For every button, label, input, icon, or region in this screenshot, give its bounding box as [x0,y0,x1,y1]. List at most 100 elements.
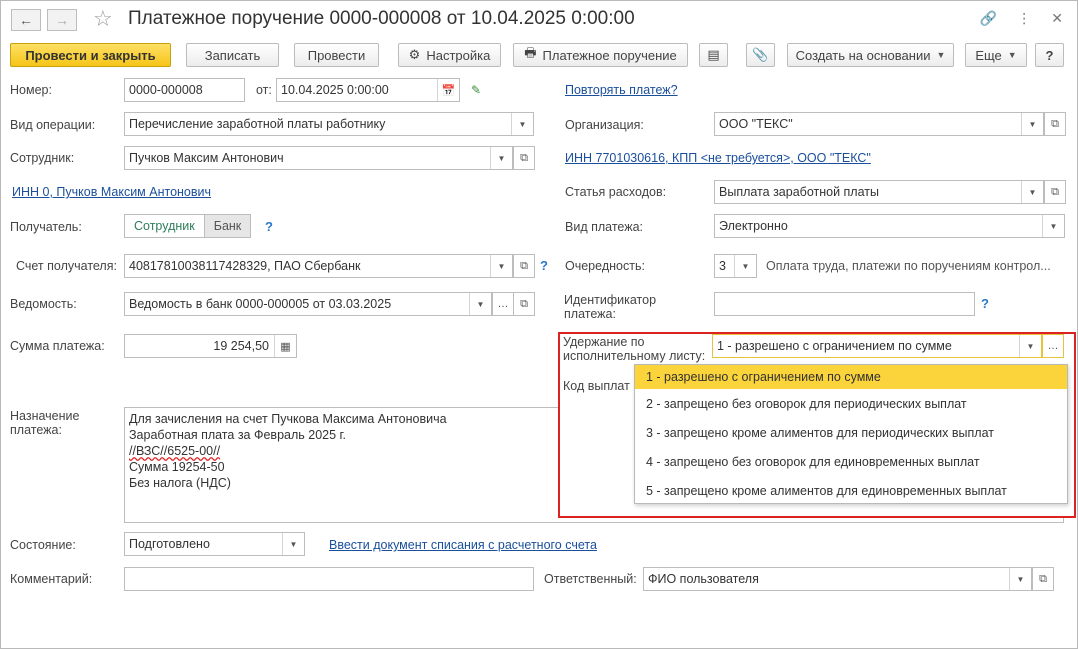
state-label: Состояние: [10,538,76,552]
write-off-link[interactable]: Ввести документ списания с расчетного сч… [329,538,597,552]
payment-id-label: Идентификатор платежа: [564,293,657,321]
employee-select[interactable]: Пучков Максим Антонович ▼ [124,146,513,170]
printer-icon: 🖶 [524,45,537,60]
priority-description: Оплата труда, платежи по поручениям конт… [766,259,1051,273]
chevron-down-icon[interactable]: ▼ [469,293,491,315]
document-window: ← → ☆ Платежное поручение 0000-000008 от… [0,0,1078,649]
income-code-label: Код выплат [563,379,630,393]
open-expense-button[interactable]: ⧉ [1044,180,1066,204]
comment-label: Комментарий: [10,572,93,586]
chevron-down-icon[interactable]: ▼ [490,147,512,169]
dropdown-option[interactable]: 4 - запрещено без оговорок для единоврем… [635,450,1067,474]
open-statement-button[interactable]: ⧉ [513,292,535,316]
chevron-down-icon[interactable]: ▼ [734,255,756,277]
chevron-down-icon[interactable]: ▼ [282,533,304,555]
approve-icon[interactable]: ✎ [471,83,481,97]
organization-label: Организация: [565,118,644,132]
withholding-select[interactable]: 1 - разрешено с ограничением по сумме ▼ [712,334,1042,358]
chevron-down-icon[interactable]: ▼ [1021,181,1043,203]
print-payment-order-button[interactable]: 🖶 Платежное поручение [513,43,688,67]
operation-label: Вид операции: [10,118,96,132]
ellipsis-icon: … [497,298,509,310]
amount-field[interactable]: 19 254,50 ▦ [124,334,297,358]
dropdown-option[interactable]: 2 - запрещено без оговорок для периодиче… [635,392,1067,416]
recipient-option-bank[interactable]: Банк [203,215,251,237]
open-form-icon: ⧉ [520,259,528,272]
close-icon[interactable]: ✕ [1051,10,1063,27]
help-button[interactable]: ? [1035,43,1064,67]
organization-select[interactable]: ООО "ТЕКС" ▼ [714,112,1044,136]
amount-label: Сумма платежа: [10,339,105,353]
state-select[interactable]: Подготовлено ▼ [124,532,305,556]
responsible-select[interactable]: ФИО пользователя ▼ [643,567,1032,591]
payment-id-help-icon[interactable]: ? [981,296,989,311]
operation-select[interactable]: Перечисление заработной платы работнику … [124,112,534,136]
more-button[interactable]: Еще ▼ [965,43,1027,67]
open-account-button[interactable]: ⧉ [513,254,535,278]
statement-pick-button[interactable]: … [492,292,514,316]
open-responsible-button[interactable]: ⧉ [1032,567,1054,591]
calendar-icon[interactable]: 📅 [437,79,459,101]
organization-inn-link[interactable]: ИНН 7701030616, КПП <не требуется>, ООО … [565,151,871,165]
withholding-pick-button[interactable]: … [1042,334,1064,358]
write-button[interactable]: Записать [186,43,279,67]
purpose-label: Назначение платежа: [10,409,80,437]
back-button[interactable]: ← [11,9,41,31]
caret-down-icon: ▼ [1007,50,1017,60]
arrow-right-icon: → [55,12,69,28]
open-employee-button[interactable]: ⧉ [513,146,535,170]
withholding-dropdown-list: 1 - разрешено с ограничением по сумме 2 … [634,364,1068,504]
gear-icon: ⚙ [408,47,421,62]
account-help-icon[interactable]: ? [540,258,548,273]
expense-select[interactable]: Выплата заработной платы ▼ [714,180,1044,204]
dropdown-option[interactable]: 5 - запрещено кроме алиментов для единов… [635,479,1067,503]
priority-select[interactable]: 3 ▼ [714,254,757,278]
arrow-left-icon: ← [19,12,33,28]
open-form-icon: ⧉ [1051,185,1059,198]
comment-field[interactable] [124,567,534,591]
chevron-down-icon[interactable]: ▼ [1019,335,1041,357]
recipient-option-employee[interactable]: Сотрудник [125,215,204,237]
chevron-down-icon[interactable]: ▼ [1009,568,1031,590]
caret-down-icon: ▼ [936,50,946,60]
responsible-label: Ответственный: [544,572,637,586]
post-and-close-button[interactable]: Провести и закрыть [10,43,171,67]
payment-type-select[interactable]: Электронно ▼ [714,214,1065,238]
chevron-down-icon[interactable]: ▼ [1042,215,1064,237]
account-label: Счет получателя: [16,259,117,273]
structure-button[interactable]: ▤ [699,43,728,67]
paperclip-icon: 📎 [752,47,769,62]
link-icon[interactable]: 🔗 [980,10,997,27]
chevron-down-icon[interactable]: ▼ [511,113,533,135]
date-field[interactable]: 10.04.2025 0:00:00 📅 [276,78,460,102]
chevron-down-icon[interactable]: ▼ [490,255,512,277]
employee-inn-link[interactable]: ИНН 0, Пучков Максим Антонович [12,185,211,199]
payment-id-field[interactable] [714,292,975,316]
statement-select[interactable]: Ведомость в банк 0000-000005 от 03.03.20… [124,292,492,316]
number-field[interactable]: 0000-000008 [124,78,245,102]
favorite-star-icon[interactable]: ☆ [93,6,113,32]
account-select[interactable]: 40817810038117428329, ПАО Сбербанк ▼ [124,254,513,278]
open-form-icon: ⧉ [1039,572,1047,585]
expense-label: Статья расходов: [565,185,667,199]
open-form-icon: ⧉ [520,151,528,164]
statement-label: Ведомость: [10,297,77,311]
forward-button[interactable]: → [47,9,77,31]
recipient-label: Получатель: [10,220,82,234]
attach-button[interactable]: 📎 [746,43,775,67]
open-form-icon: ⧉ [1051,117,1059,130]
recipient-toggle[interactable]: Сотрудник Банк [124,214,252,238]
calculator-icon[interactable]: ▦ [274,335,296,357]
settings-button[interactable]: ⚙ Настройка [398,43,501,67]
open-organization-button[interactable]: ⧉ [1044,112,1066,136]
chevron-down-icon[interactable]: ▼ [1021,113,1043,135]
more-vertical-icon[interactable]: ⋮ [1017,10,1031,27]
dropdown-option[interactable]: 1 - разрешено с ограничением по сумме [635,365,1067,389]
recipient-help-icon[interactable]: ? [265,219,273,234]
post-button[interactable]: Провести [294,43,379,67]
employee-label: Сотрудник: [10,151,75,165]
repeat-payment-link[interactable]: Повторять платеж? [565,83,678,97]
number-label: Номер: [10,83,52,97]
create-based-on-button[interactable]: Создать на основании ▼ [787,43,954,67]
dropdown-option[interactable]: 3 - запрещено кроме алиментов для период… [635,421,1067,445]
